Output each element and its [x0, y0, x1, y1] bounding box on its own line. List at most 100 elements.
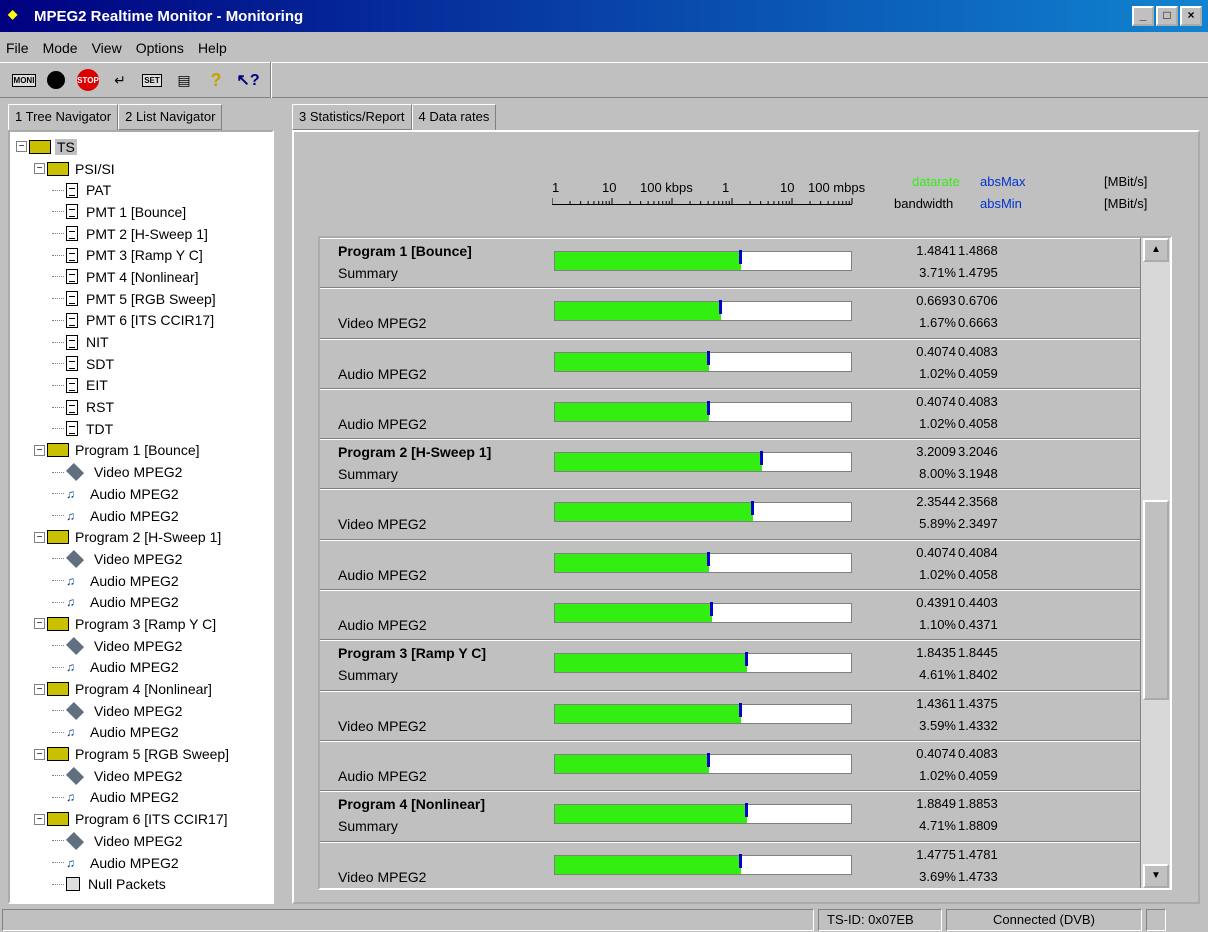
tree-item[interactable]: ♫ Audio MPEG2	[16, 787, 272, 809]
tree-item[interactable]: PMT 5 [RGB Sweep]	[16, 288, 272, 310]
document-icon	[66, 421, 78, 437]
tree-item-label: PMT 5 [RGB Sweep]	[86, 290, 216, 307]
scroll-down-button[interactable]: ▼	[1143, 864, 1169, 888]
context-help-button[interactable]: ↖?	[234, 66, 262, 94]
tree-item[interactable]: − PSI/SI	[16, 158, 272, 180]
moni-button[interactable]: MONI	[10, 66, 38, 94]
tree-item-label: Audio MPEG2	[90, 507, 179, 524]
rate-row[interactable]: Video MPEG2 0.6693 1.67% 0.6706 0.6663	[320, 288, 1142, 339]
scale-label: 10	[602, 180, 617, 195]
rate-bar-fill	[555, 503, 754, 522]
tree-item[interactable]: − Program 4 [Nonlinear]	[16, 678, 272, 700]
enter-button[interactable]: ↵	[106, 66, 134, 94]
rate-bar-fill	[555, 855, 742, 874]
rate-row[interactable]: Audio MPEG2 0.4074 1.02% 0.4083 0.4059	[320, 338, 1142, 389]
tree-item[interactable]: ♫ Audio MPEG2	[16, 570, 272, 592]
tree-item[interactable]: − Program 2 [H-Sweep 1]	[16, 526, 272, 548]
absmax-value: 2.3568	[958, 494, 998, 510]
menu-help[interactable]: Help	[198, 40, 227, 56]
tree-item[interactable]: ♫ Audio MPEG2	[16, 657, 272, 679]
tree-item[interactable]: EIT	[16, 375, 272, 397]
tree-item[interactable]: PMT 2 [H-Sweep 1]	[16, 223, 272, 245]
rate-row[interactable]: Video MPEG2 1.4775 3.69% 1.4781 1.4733	[320, 841, 1142, 888]
menu-view[interactable]: View	[92, 40, 122, 56]
tree-item[interactable]: PMT 4 [Nonlinear]	[16, 266, 272, 288]
maximize-button[interactable]: □	[1156, 6, 1178, 26]
minimize-button[interactable]: _	[1132, 6, 1154, 26]
collapse-toggle-icon[interactable]: −	[34, 163, 45, 175]
vertical-scrollbar[interactable]: ▲ ▼	[1140, 238, 1170, 888]
rate-bar-max-marker	[739, 250, 743, 264]
tab-tree-navigator[interactable]: 1 Tree Navigator	[8, 104, 119, 132]
tree-connector	[52, 796, 64, 798]
rate-bar-max-marker	[751, 501, 755, 516]
header-unit: [MBit/s]	[1104, 196, 1148, 211]
rate-row[interactable]: Video MPEG2 1.4361 3.59% 1.4375 1.4332	[320, 690, 1142, 741]
tree-item[interactable]: TDT	[16, 418, 272, 440]
tree-item[interactable]: Video MPEG2	[16, 830, 272, 852]
tree-item[interactable]: Null Packets	[16, 873, 272, 895]
tree-item[interactable]: − Program 6 [ITS CCIR17]	[16, 808, 272, 830]
print-button[interactable]: ▤	[170, 66, 198, 94]
collapse-toggle-icon[interactable]: −	[34, 444, 45, 456]
rate-row[interactable]: Program 3 [Ramp Y C] Summary 1.8435 4.61% 1.…	[320, 640, 1142, 691]
collapse-toggle-icon[interactable]: −	[34, 748, 45, 760]
tree-connector	[52, 710, 64, 712]
tab-data-rates[interactable]: 4 Data rates	[411, 104, 497, 132]
tree-item[interactable]: PMT 1 [Bounce]	[16, 201, 272, 223]
rate-row[interactable]: Program 4 [Nonlinear] Summary 1.8849 4.71% 1…	[320, 791, 1142, 842]
rate-row[interactable]: Audio MPEG2 0.4391 1.10% 0.4403 0.4371	[320, 590, 1142, 641]
stop-button[interactable]: STOP	[74, 66, 102, 94]
tree-item[interactable]: ♫ Audio MPEG2	[16, 591, 272, 613]
tab-list-navigator[interactable]: 2 List Navigator	[118, 104, 223, 130]
tree-item[interactable]: − Program 5 [RGB Sweep]	[16, 743, 272, 765]
collapse-toggle-icon[interactable]: −	[34, 531, 45, 543]
rate-row[interactable]: Audio MPEG2 0.4074 1.02% 0.4083 0.4059	[320, 740, 1142, 792]
tree-item[interactable]: PAT	[16, 179, 272, 201]
tree-item[interactable]: Video MPEG2	[16, 635, 272, 657]
collapse-toggle-icon[interactable]: −	[16, 141, 27, 153]
set-button[interactable]: SET	[138, 66, 166, 94]
scroll-thumb[interactable]	[1143, 500, 1169, 700]
tree-item[interactable]: ♫ Audio MPEG2	[16, 505, 272, 527]
tree-item[interactable]: − Program 3 [Ramp Y C]	[16, 613, 272, 635]
collapse-toggle-icon[interactable]: −	[34, 683, 45, 695]
datarate-value: 1.4775	[916, 846, 956, 862]
tree-connector	[52, 276, 64, 278]
menu-file[interactable]: File	[6, 40, 29, 56]
tab-statistics-report[interactable]: 3 Statistics/Report	[292, 104, 412, 130]
bandwidth-value: 4.61%	[919, 667, 956, 683]
datarate-value: 1.8435	[916, 645, 956, 661]
scroll-up-button[interactable]: ▲	[1143, 238, 1169, 262]
tree-item[interactable]: Video MPEG2	[16, 765, 272, 787]
tree-view[interactable]: − TS − PSI/SI PAT PMT 1 [Bounce] PMT 2 [H-Swee…	[8, 130, 274, 904]
tree-item[interactable]: ♫ Audio MPEG2	[16, 852, 272, 874]
tree-item-label: TS	[55, 138, 77, 155]
tree-item-label: Video MPEG2	[94, 832, 183, 849]
tree-item[interactable]: Video MPEG2	[16, 461, 272, 483]
rate-row[interactable]: Audio MPEG2 0.4074 1.02% 0.4084 0.4058	[320, 539, 1142, 591]
menu-options[interactable]: Options	[136, 40, 184, 56]
tree-item[interactable]: SDT	[16, 353, 272, 375]
rate-row[interactable]: Video MPEG2 2.3544 5.89% 2.3568 2.3497	[320, 489, 1142, 540]
collapse-toggle-icon[interactable]: −	[34, 813, 45, 825]
bandwidth-value: 1.02%	[919, 365, 956, 381]
tree-item[interactable]: ♫ Audio MPEG2	[16, 483, 272, 505]
tree-item[interactable]: − Program 1 [Bounce]	[16, 440, 272, 462]
rate-row[interactable]: Audio MPEG2 0.4074 1.02% 0.4083 0.4058	[320, 388, 1142, 440]
tree-item[interactable]: Video MPEG2	[16, 548, 272, 570]
tree-item[interactable]: − TS	[16, 136, 272, 158]
close-button[interactable]: ×	[1180, 6, 1202, 26]
tree-item[interactable]: PMT 3 [Ramp Y C]	[16, 244, 272, 266]
tree-item[interactable]: RST	[16, 396, 272, 418]
collapse-toggle-icon[interactable]: −	[34, 618, 45, 630]
rate-row[interactable]: Program 2 [H-Sweep 1] Summary 3.2009 8.00% 3…	[320, 439, 1142, 490]
tree-item[interactable]: ♫ Audio MPEG2	[16, 722, 272, 744]
rate-row[interactable]: Program 1 [Bounce] Summary 1.4841 3.71% 1.48…	[320, 238, 1142, 289]
tree-item[interactable]: PMT 6 [ITS CCIR17]	[16, 310, 272, 332]
menu-mode[interactable]: Mode	[43, 40, 78, 56]
help-button[interactable]: ?	[202, 66, 230, 94]
record-button[interactable]	[42, 66, 70, 94]
tree-item[interactable]: NIT	[16, 331, 272, 353]
tree-item[interactable]: Video MPEG2	[16, 700, 272, 722]
